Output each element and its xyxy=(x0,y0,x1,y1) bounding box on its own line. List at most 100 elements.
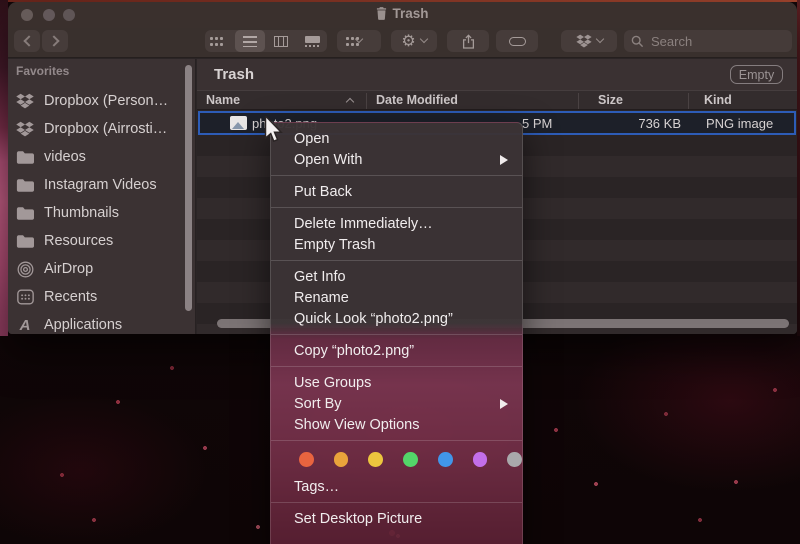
menu-item-delete-immediately[interactable]: Delete Immediately… xyxy=(271,213,522,234)
tag-color-orange[interactable] xyxy=(334,452,349,467)
menu-item-label: Open With xyxy=(294,152,363,168)
tag-color-red[interactable] xyxy=(299,452,314,467)
menu-separator xyxy=(271,366,522,367)
sidebar-item-thumbnails[interactable]: Thumbnails xyxy=(14,200,190,226)
menu-item-rename[interactable]: Rename xyxy=(271,287,522,308)
back-button[interactable] xyxy=(14,30,40,52)
sidebar-section-favorites: Favorites xyxy=(16,64,69,78)
file-date-modified: 5 PM xyxy=(522,116,552,131)
desktop-wallpaper-strip xyxy=(0,0,8,336)
sidebar-item-label: Resources xyxy=(44,233,113,249)
menu-item-set-desktop-picture[interactable]: Set Desktop Picture xyxy=(271,508,522,529)
column-divider xyxy=(688,93,689,109)
page-title: Trash xyxy=(214,66,254,83)
menu-item-label: Sort By xyxy=(294,396,342,412)
menu-separator xyxy=(271,502,522,503)
menu-separator xyxy=(271,207,522,208)
window-title: Trash xyxy=(8,6,797,21)
sidebar-item-resources[interactable]: Resources xyxy=(14,228,190,254)
sidebar-item-dropbox-airrosti[interactable]: Dropbox (Airrosti… xyxy=(14,116,190,142)
tag-color-green[interactable] xyxy=(403,452,418,467)
view-as-list-button[interactable] xyxy=(235,30,265,52)
applications-icon: A xyxy=(14,317,36,334)
forward-button[interactable] xyxy=(42,30,68,52)
search-field[interactable] xyxy=(624,30,792,52)
view-as-icons-button[interactable] xyxy=(205,30,235,52)
folder-icon xyxy=(14,150,36,165)
tag-color-blue[interactable] xyxy=(438,452,453,467)
mouse-cursor-icon xyxy=(264,116,283,150)
menu-item-put-back[interactable]: Put Back xyxy=(271,181,522,202)
dropbox-icon xyxy=(14,121,36,137)
columns-view-icon xyxy=(274,36,288,47)
sidebar-item-label: Applications xyxy=(44,317,122,333)
sidebar-item-label: Dropbox (Airrosti… xyxy=(44,121,167,137)
file-size: 736 KB xyxy=(620,116,681,131)
menu-item-open-with[interactable]: Open With xyxy=(271,149,522,170)
column-header-row: Name Date Modified Size Kind xyxy=(197,90,797,110)
dropbox-icon xyxy=(14,93,36,109)
image-file-icon xyxy=(230,116,247,130)
action-button[interactable]: ⚙ xyxy=(391,30,437,52)
sidebar-item-airdrop[interactable]: AirDrop xyxy=(14,256,190,282)
sidebar-item-label: Thumbnails xyxy=(44,205,119,221)
sidebar-item-applications[interactable]: A Applications xyxy=(14,312,190,334)
sidebar-item-videos[interactable]: videos xyxy=(14,144,190,170)
folder-icon xyxy=(14,178,36,193)
column-header-kind[interactable]: Kind xyxy=(704,93,732,107)
sidebar-item-recents[interactable]: Recents xyxy=(14,284,190,310)
tag-color-yellow[interactable] xyxy=(368,452,383,467)
search-icon xyxy=(631,35,644,48)
share-icon xyxy=(462,34,475,49)
menu-item-empty-trash[interactable]: Empty Trash xyxy=(271,234,522,255)
tag-button[interactable] xyxy=(496,30,538,52)
sidebar: Favorites Dropbox (Person… Dropbox (Airr… xyxy=(8,59,196,334)
gear-icon: ⚙ xyxy=(401,33,415,49)
sidebar-item-label: videos xyxy=(44,149,86,165)
list-view-icon xyxy=(243,36,257,47)
menu-separator xyxy=(271,175,522,176)
menu-item-copy[interactable]: Copy “photo2.png” xyxy=(271,340,522,361)
chevron-down-icon xyxy=(595,35,603,43)
column-header-date-modified[interactable]: Date Modified xyxy=(376,93,458,107)
dropbox-button[interactable] xyxy=(561,30,617,52)
tag-icon xyxy=(509,37,526,46)
sidebar-item-dropbox-personal[interactable]: Dropbox (Person… xyxy=(14,88,190,114)
column-header-size[interactable]: Size xyxy=(598,93,623,107)
sidebar-scrollbar[interactable] xyxy=(185,65,192,311)
submenu-arrow-icon xyxy=(500,399,508,409)
column-header-name[interactable]: Name xyxy=(206,93,240,107)
chevron-left-icon xyxy=(23,35,34,46)
tag-color-purple[interactable] xyxy=(473,452,488,467)
group-button[interactable] xyxy=(337,30,381,52)
menu-item-open[interactable]: Open xyxy=(271,128,522,149)
search-input[interactable] xyxy=(649,33,769,50)
sidebar-item-instagram-videos[interactable]: Instagram Videos xyxy=(14,172,190,198)
empty-trash-button[interactable]: Empty xyxy=(730,65,783,84)
sidebar-item-label: Recents xyxy=(44,289,97,305)
sidebar-item-label: Instagram Videos xyxy=(44,177,157,193)
menu-item-sort-by[interactable]: Sort By xyxy=(271,393,522,414)
gallery-view-icon xyxy=(305,36,320,47)
file-kind: PNG image xyxy=(706,116,773,131)
menu-item-get-info[interactable]: Get Info xyxy=(271,266,522,287)
share-button[interactable] xyxy=(447,30,489,52)
dropbox-icon xyxy=(576,34,592,48)
recents-icon xyxy=(14,289,36,305)
titlebar[interactable]: Trash xyxy=(8,2,797,28)
menu-item-tags[interactable]: Tags… xyxy=(271,476,522,497)
menu-item-use-groups[interactable]: Use Groups xyxy=(271,372,522,393)
view-as-columns-button[interactable] xyxy=(266,30,296,52)
menu-item-quick-look[interactable]: Quick Look “photo2.png” xyxy=(271,308,522,329)
icons-view-icon xyxy=(210,37,213,40)
menu-separator xyxy=(271,440,522,441)
chevron-right-icon xyxy=(48,35,59,46)
chevron-down-icon xyxy=(419,35,427,43)
view-as-gallery-button[interactable] xyxy=(297,30,327,52)
tag-color-gray[interactable] xyxy=(507,452,522,467)
toolbar: ⚙ xyxy=(8,28,797,58)
menu-separator xyxy=(271,334,522,335)
window-title-text: Trash xyxy=(392,6,428,21)
trash-proxy-icon xyxy=(376,7,387,20)
menu-item-show-view-options[interactable]: Show View Options xyxy=(271,414,522,435)
